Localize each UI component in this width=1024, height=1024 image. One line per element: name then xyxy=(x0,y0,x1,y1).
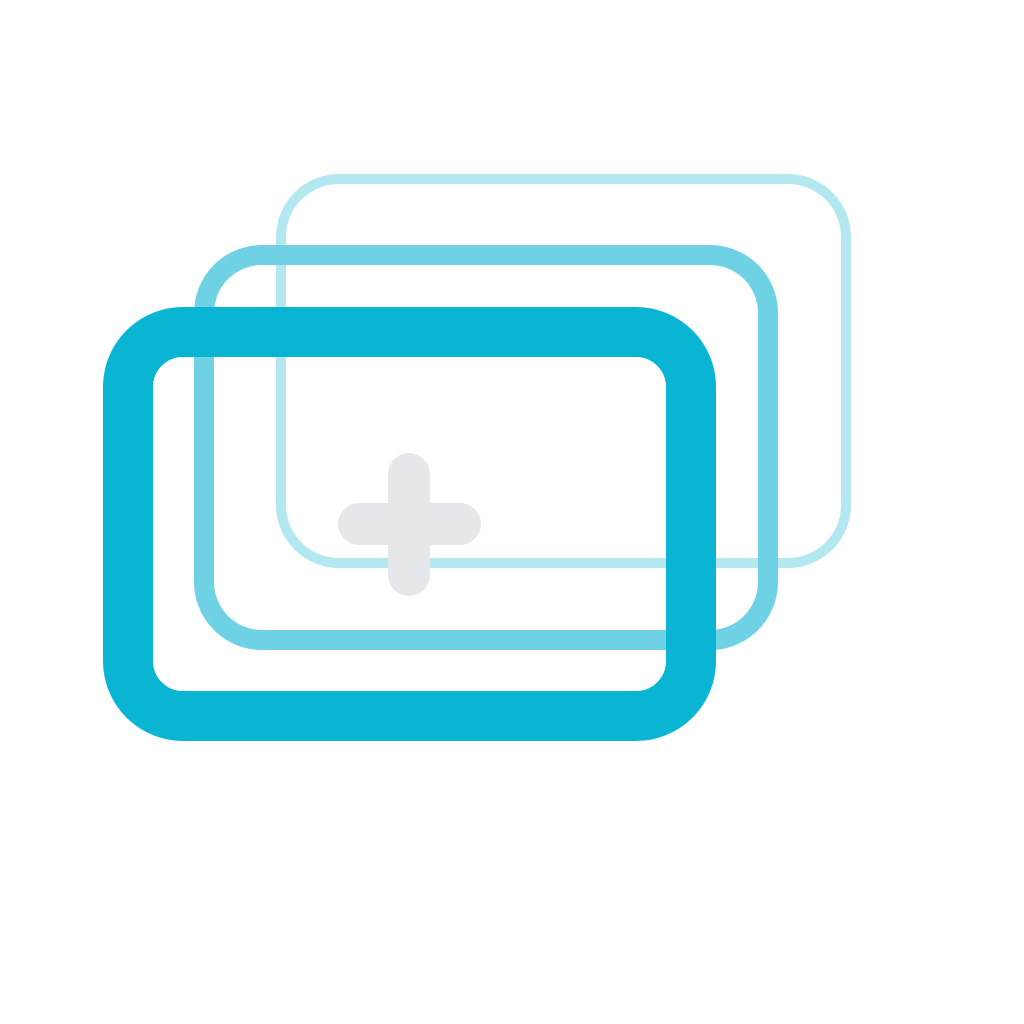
icon-canvas xyxy=(0,0,1024,1024)
add-new-window-stack-icon xyxy=(103,174,851,741)
